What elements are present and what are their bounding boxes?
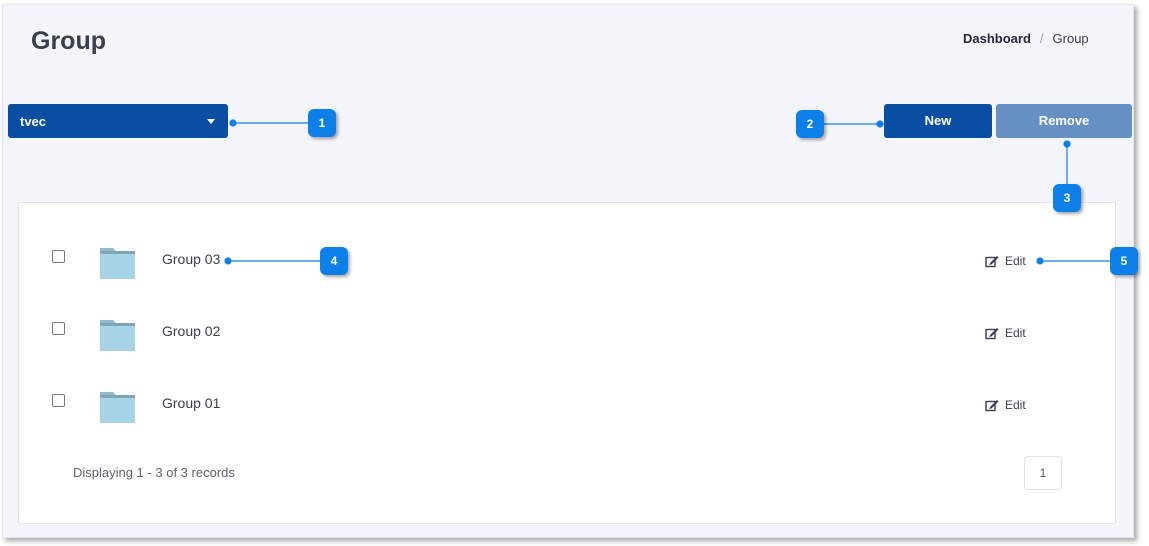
callout-badge: 5 (1110, 247, 1138, 275)
callout-badge: 4 (320, 247, 348, 275)
callout-connectors (224, 119, 1110, 265)
callout-badge: 1 (308, 109, 336, 137)
callout-badge: 2 (796, 110, 824, 138)
callout-badge: 3 (1053, 184, 1081, 212)
